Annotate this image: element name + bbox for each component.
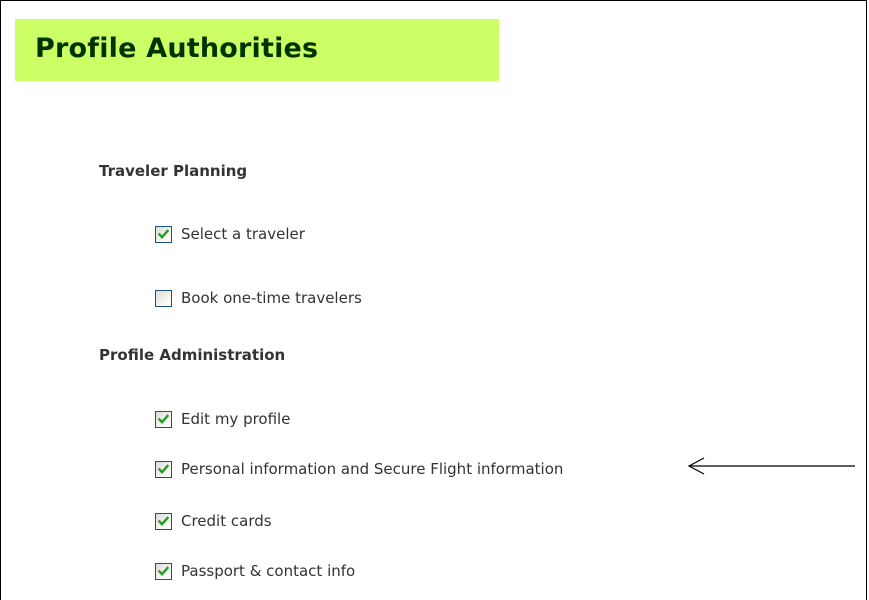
option-label: Credit cards [181,512,272,530]
content-frame: Profile Authorities Traveler Planning Se… [0,0,867,600]
option-label: Select a traveler [181,225,305,243]
option-book-one-time-travelers[interactable]: Book one-time travelers [155,287,362,309]
checkbox-book-one-time-travelers[interactable] [155,289,172,307]
checkbox-edit-my-profile[interactable] [155,410,172,428]
checkmark-icon [157,565,170,576]
checkmark-icon [157,413,170,424]
option-credit-cards[interactable]: Credit cards [155,510,272,532]
checkbox-select-a-traveler[interactable] [155,225,172,243]
option-label: Edit my profile [181,410,291,428]
option-label: Passport & contact info [181,562,356,580]
option-passport-contact-info[interactable]: Passport & contact info [155,560,355,582]
section-heading-traveler-planning: Traveler Planning [99,162,248,180]
page-title: Profile Authorities [35,33,319,64]
option-label: Personal information and Secure Flight i… [181,460,564,478]
option-edit-my-profile[interactable]: Edit my profile [155,408,290,430]
checkmark-icon [157,228,170,239]
checkmark-icon [157,463,170,474]
checkbox-personal-information[interactable] [155,460,172,478]
option-label: Book one-time travelers [181,289,362,307]
section-heading-profile-administration: Profile Administration [99,346,286,364]
option-personal-information[interactable]: Personal information and Secure Flight i… [155,458,563,480]
checkmark-icon [157,515,170,526]
left-arrow-icon [687,457,855,475]
checkbox-passport-contact-info[interactable] [155,562,172,580]
checkbox-credit-cards[interactable] [155,512,172,530]
title-banner: Profile Authorities [15,19,499,81]
option-select-a-traveler[interactable]: Select a traveler [155,223,305,245]
